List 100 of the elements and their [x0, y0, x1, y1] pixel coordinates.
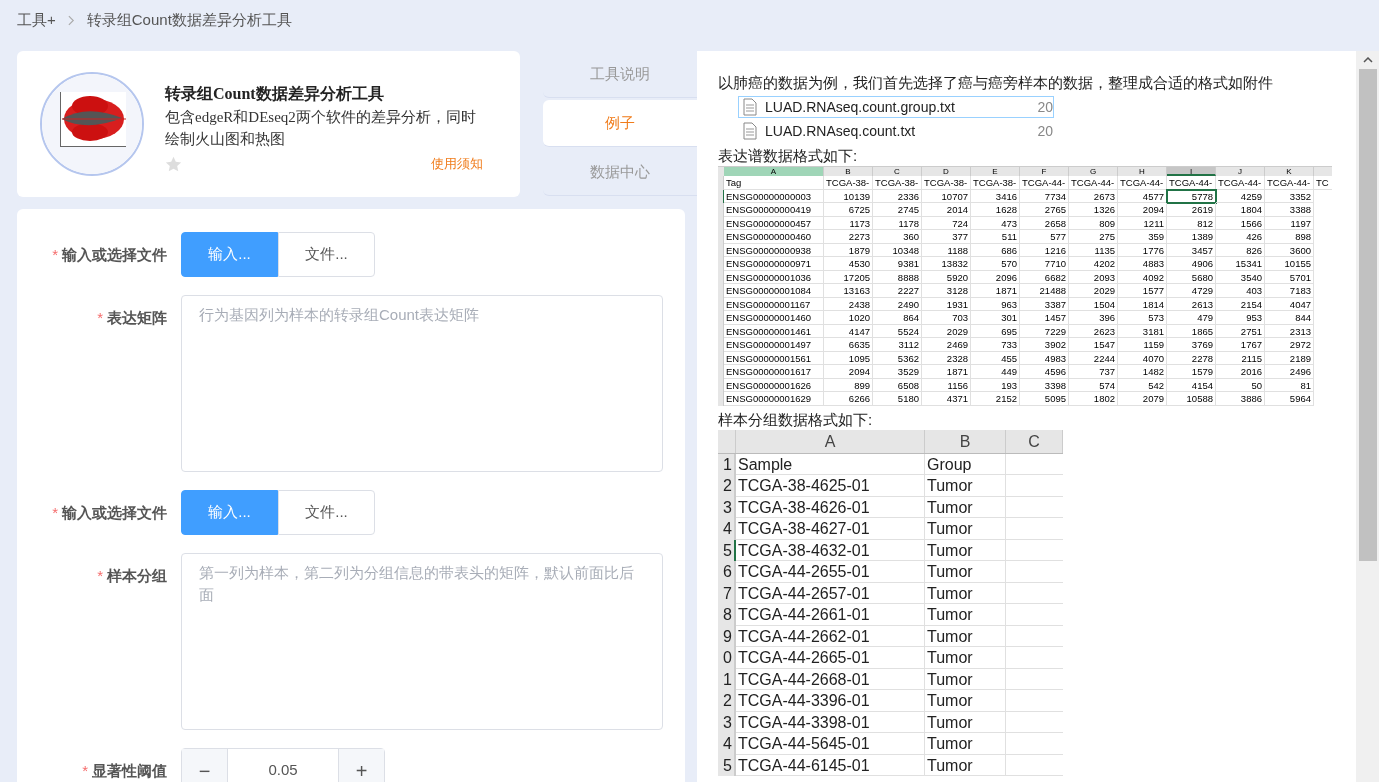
scrollbar[interactable]	[1356, 51, 1379, 782]
sheet-cell: 5095	[1020, 392, 1069, 406]
sheet-cell: TCGA-44-2668-01	[736, 668, 925, 690]
column-header[interactable]: A	[724, 167, 824, 176]
column-header[interactable]: G	[1069, 167, 1118, 176]
sheet-cell: 479	[1167, 311, 1216, 325]
star-icon[interactable]	[165, 155, 182, 173]
sheet-cell: 1577	[1118, 284, 1167, 298]
column-header[interactable]: I	[1167, 167, 1216, 176]
sheet-cell: 396	[1069, 311, 1118, 325]
tool-title: 转录组Count数据差异分析工具	[165, 84, 385, 105]
column-header[interactable]: J	[1216, 167, 1265, 176]
file-row[interactable]: LUAD.RNAseq.count.txt 20	[738, 120, 1054, 142]
file-row[interactable]: LUAD.RNAseq.count.group.txt 20	[738, 96, 1054, 118]
sheet-cell: Tumor	[925, 647, 1006, 669]
sheet-cell: Tumor	[925, 690, 1006, 712]
increment-button[interactable]: +	[338, 749, 384, 782]
sheet-cell: 10707	[922, 189, 971, 203]
sheet-cell: 686	[971, 243, 1020, 257]
sheet-cell: 1871	[922, 365, 971, 379]
sheet-cell: 570	[971, 257, 1020, 271]
sheet-cell: 4577	[1118, 189, 1167, 203]
sheet-cell: 3398	[1020, 378, 1069, 392]
sheet-cell: TCGA-44-5645-01	[736, 733, 925, 755]
text-area[interactable]: 行为基因列为样本的转录组Count表达矩阵	[181, 295, 663, 472]
column-header[interactable]: C	[1006, 429, 1063, 453]
sheet-cell: 1095	[824, 351, 873, 365]
sheet-cell: 360	[873, 230, 922, 244]
row-number: 7	[718, 582, 736, 604]
column-header[interactable]: C	[873, 167, 922, 176]
field-label: 显著性阈值	[92, 761, 167, 781]
sheet-cell: 50	[1216, 378, 1265, 392]
text-area[interactable]: 第一列为样本，第二列为分组信息的带表头的矩阵，默认前面比后面	[181, 553, 663, 730]
sheet-cell: 9381	[873, 257, 922, 271]
sheet-cell: 3112	[873, 338, 922, 352]
sheet-cell: 4147	[824, 324, 873, 338]
number-field[interactable]: 0.05	[228, 749, 338, 782]
sheet-cell: TCGA-44-2665-01	[736, 647, 925, 669]
sheet-cell: Tumor	[925, 518, 1006, 540]
caption: 表达谱数据格式如下:	[718, 146, 859, 166]
sheet-cell: Tumor	[925, 496, 1006, 518]
sheet-cell: ENSG00000001497	[724, 338, 824, 352]
sheet-cell: 7710	[1020, 257, 1069, 271]
sheet-cell: 5701	[1265, 270, 1314, 284]
column-header[interactable]: F	[1020, 167, 1069, 176]
sheet-cell: 4092	[1118, 270, 1167, 284]
sheet-cell: ENSG00000001460	[724, 311, 824, 325]
column-header[interactable]: E	[971, 167, 1020, 176]
sheet-cell: TCGA-44-	[1167, 176, 1216, 190]
sheet-cell: 301	[971, 311, 1020, 325]
sheet-cell: 10588	[1167, 392, 1216, 406]
column-header[interactable]: D	[922, 167, 971, 176]
sheet-cell: 5964	[1265, 392, 1314, 406]
sheet-cell: 1547	[1069, 338, 1118, 352]
sheet-cell: 3600	[1265, 243, 1314, 257]
sheet-cell: 577	[1020, 230, 1069, 244]
sheet-cell: 3886	[1216, 392, 1265, 406]
sheet-cell: 2972	[1265, 338, 1314, 352]
decrement-button[interactable]: −	[182, 749, 228, 782]
row-number: 4	[718, 518, 736, 540]
sheet-cell: 449	[971, 365, 1020, 379]
field-label: 输入或选择文件	[62, 245, 167, 265]
sheet-cell: 6635	[824, 338, 873, 352]
sheet-cell: 4259	[1216, 189, 1265, 203]
sheet-cell: 2094	[824, 365, 873, 379]
sheet-cell: 7183	[1265, 284, 1314, 298]
sheet-cell: 864	[873, 311, 922, 325]
sheet-cell: 898	[1265, 230, 1314, 244]
sheet-cell: 1814	[1118, 297, 1167, 311]
sheet-cell: 2658	[1020, 216, 1069, 230]
column-header[interactable]: A	[736, 429, 925, 453]
sheet-cell: 5524	[873, 324, 922, 338]
breadcrumb-item[interactable]: 工具+	[17, 8, 56, 32]
mode-button[interactable]: 文件...	[278, 490, 375, 535]
sheet-cell: 359	[1118, 230, 1167, 244]
sheet-cell: 574	[1069, 378, 1118, 392]
sheet-cell: 5362	[873, 351, 922, 365]
row-number: 0	[718, 647, 736, 669]
sheet-cell: ENSG00000001167	[724, 297, 824, 311]
sheet-cell: TCGA-44-2662-01	[736, 625, 925, 647]
sheet-cell: 1188	[922, 243, 971, 257]
file-date: 20	[1037, 97, 1053, 117]
sheet-cell: 2490	[873, 297, 922, 311]
mode-button[interactable]: 文件...	[278, 232, 375, 277]
sheet-cell: 1767	[1216, 338, 1265, 352]
sheet-cell: 1159	[1118, 338, 1167, 352]
column-header[interactable]: B	[824, 167, 873, 176]
sheet-cell: 733	[971, 338, 1020, 352]
sheet-cell: TCGA-44-3396-01	[736, 690, 925, 712]
number-stepper[interactable]: − 0.05 +	[181, 748, 385, 782]
column-header[interactable]: B	[925, 429, 1006, 453]
sheet-cell: 1216	[1020, 243, 1069, 257]
sheet-cell: ENSG00000000419	[724, 203, 824, 217]
column-header[interactable]: K	[1265, 167, 1314, 176]
scroll-up-icon[interactable]	[1362, 57, 1373, 63]
sheet-cell: 2189	[1265, 351, 1314, 365]
scrollbar-thumb[interactable]	[1358, 69, 1377, 561]
sheet-cell: 81	[1265, 378, 1314, 392]
sheet-cell: 812	[1167, 216, 1216, 230]
sheet-cell: 1865	[1167, 324, 1216, 338]
